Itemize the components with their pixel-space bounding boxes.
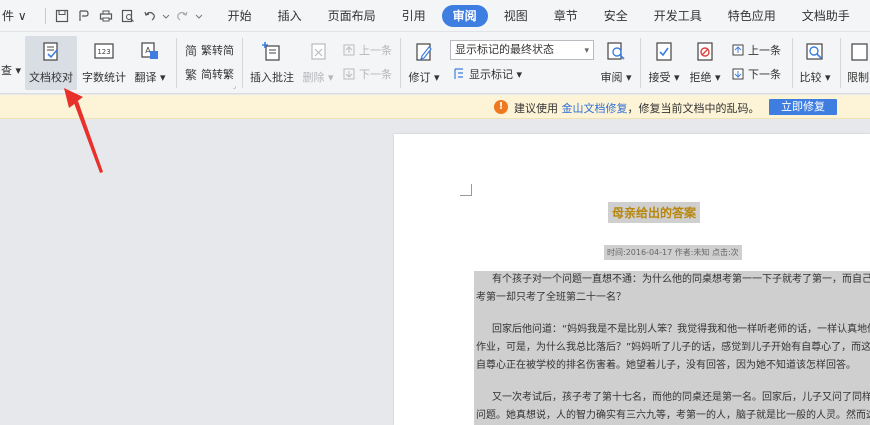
divider (44, 7, 46, 24)
ribbon-toolbar: 查 ▾ 文档校对 123 字数统计 A 翻译 ▾ 简 繁转简 繁 简转繁 ⌟ 插… (0, 32, 870, 94)
tab-doc-assistant[interactable]: 文档助手 (792, 5, 860, 27)
customize-toolbar-icon[interactable] (194, 6, 204, 26)
kingsoft-repair-link[interactable]: 金山文档修复 (562, 102, 628, 115)
warning-icon: ! (494, 100, 508, 114)
document-line: 又一次考试后，孩子考了第十七名，而他的同桌还是第一名。回家后，儿子又问了同样的 (474, 389, 870, 407)
accept-icon (651, 39, 677, 65)
prev-change-button[interactable]: 上一条 (731, 42, 781, 58)
margin-corner-mark (460, 184, 472, 196)
show-markup-button[interactable]: 显示标记 ▾ (452, 66, 522, 82)
restrict-icon (845, 39, 870, 65)
notification-message: 建议使用 金山文档修复，修复当前文档中的乱码。 (514, 102, 760, 115)
document-line: 考第一却只考了全班第二十一名？ (474, 289, 870, 307)
next-change-button[interactable]: 下一条 (731, 66, 781, 82)
reject-button[interactable]: 拒绝 ▾ (688, 39, 722, 85)
next-comment-button[interactable]: 下一条 (342, 66, 392, 82)
simp-to-trad-icon: 繁 (184, 67, 198, 81)
next-change-icon (731, 67, 745, 81)
chevron-down-icon: ▾ (584, 46, 589, 56)
review-icon (603, 39, 629, 65)
prev-comment-button[interactable]: 上一条 (342, 42, 392, 58)
output-pdf-icon[interactable] (74, 6, 94, 26)
divider (840, 38, 841, 88)
comment-icon (259, 39, 285, 65)
word-count-icon: 123 (91, 39, 117, 65)
undo-icon[interactable] (140, 6, 160, 26)
divider (792, 38, 793, 88)
group-expand-icon[interactable]: ⌟ (233, 82, 236, 90)
print-icon[interactable] (96, 6, 116, 26)
print-preview-icon[interactable] (118, 6, 138, 26)
document-line: 作业，可是，为什么我总比落后？”妈妈听了儿子的话，感觉到儿子开始有自尊心了，而这… (474, 339, 870, 357)
translate-button[interactable]: A 翻译 ▾ (131, 39, 169, 85)
tab-chapter[interactable]: 章节 (544, 5, 588, 27)
tab-page-layout[interactable]: 页面布局 (318, 5, 386, 27)
next-comment-icon (342, 67, 356, 81)
divider (242, 38, 243, 88)
redo-icon[interactable] (172, 6, 192, 26)
spell-check-button[interactable]: 查 ▾ (0, 32, 22, 92)
reject-icon (692, 39, 718, 65)
svg-text:繁: 繁 (185, 67, 197, 81)
delete-comment-icon (305, 39, 331, 65)
save-icon[interactable] (52, 6, 72, 26)
trad-to-simp-icon: 简 (184, 43, 198, 57)
tab-review[interactable]: 审阅 (441, 4, 488, 27)
document-line (474, 307, 870, 321)
spell-check-icon (0, 32, 24, 58)
compare-button[interactable]: 比较 ▾ (798, 39, 832, 85)
svg-text:简: 简 (185, 44, 197, 57)
tab-view[interactable]: 视图 (494, 5, 538, 27)
undo-dropdown-icon[interactable] (162, 6, 170, 26)
menu-bar: 件 ∨ 开始 插入 页面布局 引用 审阅 视图 章节 安全 开发工具 特色应用 … (0, 0, 870, 32)
document-line: 问题。她真想说，人的智力确实有三六九等，考第一的人，脑子就是比一般的人灵。然而这… (474, 407, 870, 425)
divider (176, 38, 177, 88)
track-changes-button[interactable]: 修订 ▾ (405, 39, 443, 85)
tab-references[interactable]: 引用 (392, 5, 436, 27)
restrict-editing-button[interactable]: 限制 (846, 39, 870, 85)
repair-now-button[interactable]: 立即修复 (769, 99, 837, 115)
trad-to-simp-button[interactable]: 简 繁转简 (184, 42, 234, 58)
document-line: 回家后他问道：“妈妈我是不是比别人笨？我觉得我和他一样听老师的话，一样认真地做 (474, 321, 870, 339)
document-line (474, 375, 870, 389)
accept-button[interactable]: 接受 ▾ (647, 39, 681, 85)
repair-notification-bar: ! 建议使用 金山文档修复，修复当前文档中的乱码。 立即修复 (0, 95, 870, 119)
track-changes-icon (411, 39, 437, 65)
doc-proofread-icon (38, 39, 64, 65)
document-line: 自尊心正在被学校的排名伤害着。她望着儿子，没有回答，因为她不知道该怎样回答。 (474, 357, 870, 375)
tab-insert[interactable]: 插入 (268, 5, 312, 27)
document-title: 母亲给出的答案 (608, 202, 701, 223)
simp-to-trad-button[interactable]: 繁 简转繁 (184, 66, 234, 82)
word-count-button[interactable]: 123 字数统计 (80, 39, 128, 85)
tab-special-apps[interactable]: 特色应用 (718, 5, 786, 27)
translate-icon: A (137, 39, 163, 65)
review-button[interactable]: 审阅 ▾ (600, 39, 632, 85)
divider (640, 38, 641, 88)
document-workspace[interactable]: 母亲给出的答案 时间:2016-04-17 作者:未知 点击:次 有个孩子对一个… (0, 119, 870, 425)
delete-comment-button[interactable]: 删除 ▾ (300, 39, 336, 85)
file-menu[interactable]: 件 ∨ (0, 7, 35, 24)
document-meta: 时间:2016-04-17 作者:未知 点击:次 (604, 245, 742, 260)
document-page[interactable]: 母亲给出的答案 时间:2016-04-17 作者:未知 点击:次 有个孩子对一个… (394, 134, 870, 425)
svg-text:123: 123 (97, 48, 110, 56)
tab-security[interactable]: 安全 (594, 5, 638, 27)
prev-change-icon (731, 43, 745, 57)
insert-comment-button[interactable]: 插入批注 (248, 39, 296, 85)
document-body: 有个孩子对一个问题一直想不通：为什么他的同桌想考第一一下子就考了第一，而自己想考… (474, 271, 870, 425)
doc-proofread-button[interactable]: 文档校对 (25, 36, 77, 90)
ribbon-tabs: 开始 插入 页面布局 引用 审阅 视图 章节 安全 开发工具 特色应用 文档助手 (218, 4, 866, 27)
tab-home[interactable]: 开始 (218, 5, 262, 27)
divider (400, 38, 401, 88)
prev-comment-icon (342, 43, 356, 57)
tab-developer[interactable]: 开发工具 (644, 5, 712, 27)
display-mode-select[interactable]: 显示标记的最终状态 ▾ (450, 40, 594, 60)
quick-access-toolbar (41, 6, 204, 26)
compare-icon (802, 39, 828, 65)
document-line: 有个孩子对一个问题一直想不通：为什么他的同桌想考第一一下子就考了第一，而自己想 (474, 271, 870, 289)
show-markup-icon (452, 67, 466, 81)
